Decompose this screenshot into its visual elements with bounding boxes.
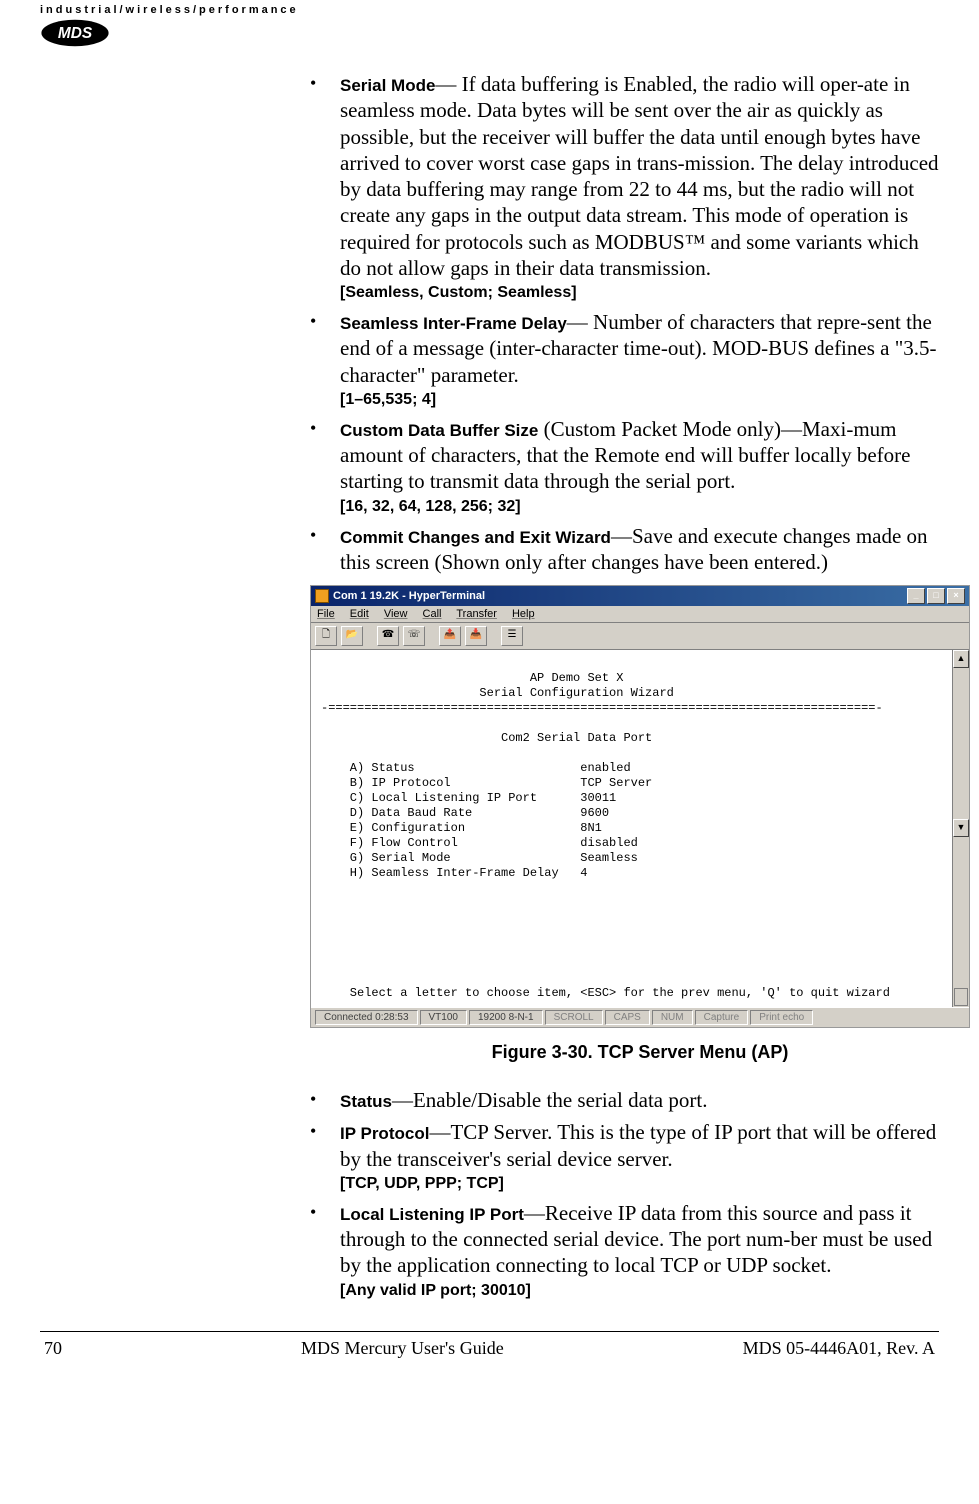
app-icon bbox=[315, 589, 329, 603]
menu-view[interactable]: View bbox=[384, 608, 408, 620]
new-icon[interactable]: 🗋 bbox=[315, 626, 337, 646]
close-button[interactable]: × bbox=[947, 588, 965, 604]
term-sep: — bbox=[429, 1120, 450, 1144]
terminal-body[interactable]: AP Demo Set X Serial Configuration Wizar… bbox=[311, 650, 952, 1007]
toolbar: 🗋 📂 ☎ ☏ 📤 📥 ☰ bbox=[311, 623, 969, 650]
term-opts: [TCP, UDP, PPP; TCP] bbox=[340, 1174, 940, 1194]
status-printecho: Print echo bbox=[750, 1010, 813, 1025]
minimize-button[interactable]: _ bbox=[907, 588, 925, 604]
status-caps: CAPS bbox=[605, 1010, 650, 1025]
scroll-down-icon[interactable]: ▼ bbox=[953, 819, 969, 837]
bullet-dot: • bbox=[310, 1119, 340, 1194]
scroll-up-icon[interactable]: ▲ bbox=[953, 650, 969, 668]
term-opts: [Any valid IP port; 30010] bbox=[340, 1281, 940, 1301]
window-title: Com 1 19.2K - HyperTerminal bbox=[333, 590, 485, 602]
status-emulation: VT100 bbox=[420, 1010, 467, 1025]
properties-icon[interactable]: ☰ bbox=[501, 626, 523, 646]
list-item: • Serial Mode— If data buffering is Enab… bbox=[310, 71, 940, 303]
bullet-dot: • bbox=[310, 71, 340, 303]
menu-help[interactable]: Help bbox=[512, 608, 535, 620]
footer-page-number: 70 bbox=[44, 1338, 62, 1359]
bullet-list-bottom: • Status—Enable/Disable the serial data … bbox=[310, 1087, 940, 1301]
header-tagline: industrial/wireless/performance bbox=[40, 4, 939, 16]
term-label: Commit Changes and Exit Wizard bbox=[340, 528, 611, 547]
send-icon[interactable]: 📤 bbox=[439, 626, 461, 646]
term-sep: — bbox=[435, 72, 461, 96]
terminal-figure: Com 1 19.2K - HyperTerminal _ □ × File E… bbox=[310, 585, 970, 1063]
bullet-dot: • bbox=[310, 309, 340, 410]
term-text: Enable/Disable the serial data port. bbox=[413, 1088, 707, 1112]
list-item: • Status—Enable/Disable the serial data … bbox=[310, 1087, 940, 1113]
menu-edit[interactable]: Edit bbox=[350, 608, 369, 620]
list-item: • Commit Changes and Exit Wizard—Save an… bbox=[310, 523, 940, 576]
page-footer: 70 MDS Mercury User's Guide MDS 05-4446A… bbox=[40, 1338, 939, 1379]
term-sep: — bbox=[524, 1201, 545, 1225]
bullet-list-top: • Serial Mode— If data buffering is Enab… bbox=[310, 71, 940, 575]
scrollbar[interactable]: ▲ ▼ bbox=[952, 650, 969, 1007]
term-label: Status bbox=[340, 1092, 392, 1111]
menu-call[interactable]: Call bbox=[423, 608, 442, 620]
connect-icon[interactable]: ☎ bbox=[377, 626, 399, 646]
term-sep: — bbox=[611, 524, 632, 548]
term-label: IP Protocol bbox=[340, 1124, 429, 1143]
status-config: 19200 8-N-1 bbox=[469, 1010, 543, 1025]
term-opts: [1–65,535; 4] bbox=[340, 390, 940, 410]
term-sep: — bbox=[392, 1088, 413, 1112]
disconnect-icon[interactable]: ☏ bbox=[403, 626, 425, 646]
status-connected: Connected 0:28:53 bbox=[315, 1010, 418, 1025]
bullet-dot: • bbox=[310, 416, 340, 517]
maximize-button[interactable]: □ bbox=[927, 588, 945, 604]
list-item: • Seamless Inter-Frame Delay— Number of … bbox=[310, 309, 940, 410]
list-item: • Custom Data Buffer Size (Custom Packet… bbox=[310, 416, 940, 517]
footer-rule bbox=[40, 1331, 939, 1332]
term-label: Custom Data Buffer Size bbox=[340, 421, 538, 440]
bullet-dot: • bbox=[310, 1087, 340, 1113]
menu-file[interactable]: File bbox=[317, 608, 335, 620]
menu-transfer[interactable]: Transfer bbox=[456, 608, 497, 620]
term-text: If data buffering is Enabled, the radio … bbox=[340, 72, 939, 280]
resize-grip-icon[interactable] bbox=[954, 988, 968, 1006]
status-capture: Capture bbox=[695, 1010, 749, 1025]
open-icon[interactable]: 📂 bbox=[341, 626, 363, 646]
bullet-dot: • bbox=[310, 523, 340, 576]
status-num: NUM bbox=[652, 1010, 693, 1025]
menu-bar: File Edit View Call Transfer Help bbox=[311, 606, 969, 623]
footer-docid: MDS 05-4446A01, Rev. A bbox=[743, 1338, 935, 1359]
figure-caption: Figure 3-30. TCP Server Menu (AP) bbox=[310, 1042, 970, 1063]
term-sep: — bbox=[567, 310, 593, 334]
status-scroll: SCROLL bbox=[545, 1010, 603, 1025]
svg-text:MDS: MDS bbox=[58, 25, 93, 42]
term-label: Serial Mode bbox=[340, 76, 435, 95]
receive-icon[interactable]: 📥 bbox=[465, 626, 487, 646]
hyperterminal-window: Com 1 19.2K - HyperTerminal _ □ × File E… bbox=[310, 585, 970, 1028]
term-opts: [Seamless, Custom; Seamless] bbox=[340, 283, 940, 303]
status-bar: Connected 0:28:53 VT100 19200 8-N-1 SCRO… bbox=[311, 1007, 969, 1027]
term-label: Local Listening IP Port bbox=[340, 1205, 524, 1224]
window-titlebar: Com 1 19.2K - HyperTerminal _ □ × bbox=[311, 586, 969, 606]
list-item: • Local Listening IP Port—Receive IP dat… bbox=[310, 1200, 940, 1301]
mds-logo: MDS bbox=[40, 18, 110, 48]
bullet-dot: • bbox=[310, 1200, 340, 1301]
term-opts: [16, 32, 64, 128, 256; 32] bbox=[340, 497, 940, 517]
list-item: • IP Protocol—TCP Server. This is the ty… bbox=[310, 1119, 940, 1194]
footer-title: MDS Mercury User's Guide bbox=[301, 1338, 504, 1359]
term-label: Seamless Inter-Frame Delay bbox=[340, 314, 567, 333]
